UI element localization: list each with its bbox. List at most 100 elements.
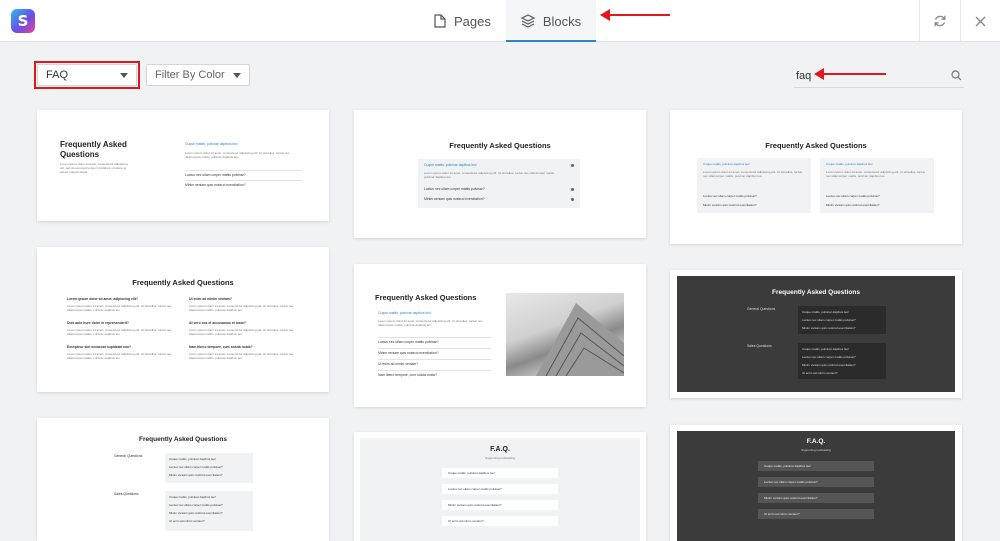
section-label: General Questions (747, 307, 776, 311)
block-answer: Lorem ipsum dolor sit amet, consectetur … (378, 319, 483, 327)
block-question: Minim veniam quis nostrud exercitation? (185, 183, 246, 187)
block-answer: Lorem ipsum dolor sit amet, consectetur … (189, 352, 294, 360)
block-answer: Lorem ipsum dolor sit amet, consectetur … (67, 352, 172, 360)
block-question: Luctus nec ullam corper mattis pulvinar? (169, 503, 223, 507)
tab-blocks-label: Blocks (542, 13, 582, 29)
search-input[interactable]: faq (796, 70, 811, 82)
block-question: Nam libero tempore, cum soluta nobis? (189, 345, 253, 349)
block-question: Luctus nec ullam corper mattis pulvinar? (802, 355, 856, 359)
block-question: Minim veniam quis nostrud exercitation? (448, 503, 502, 507)
block-question: Luctus nec ullam corper mattis pulvinar? (424, 187, 485, 191)
block-card-faq-3[interactable]: Frequently Asked Questions Cuque mattis,… (670, 110, 962, 244)
annotation-arrow (600, 9, 670, 21)
block-question: Ut enim ad minim veniam? (378, 362, 419, 366)
block-question: Minim veniam quis nostrud exercitation? (826, 203, 880, 207)
toggle-icon (571, 188, 574, 191)
block-answer: Lorem ipsum dolor sit amet, consectetur … (67, 328, 172, 336)
close-button[interactable] (960, 0, 1000, 42)
block-answer: Lorem ipsum dolor sit amet, consectetur … (189, 304, 294, 312)
block-card-faq-4[interactable]: Frequently Asked Questions Lorem ipsum d… (37, 247, 329, 392)
block-body-text: Lorem ipsum dolor sit amet, consectetur … (60, 162, 128, 174)
page-icon (434, 14, 446, 28)
block-question: Nam libero tempore, cum soluta nobis? (378, 373, 437, 377)
block-card-faq-9[interactable]: F.A.Q. Supporting tooltsading Cuque matt… (670, 425, 962, 541)
refresh-icon (934, 15, 946, 27)
block-question: Luctus nec ullam corper mattis pulvinar? (703, 194, 757, 198)
logo-icon: S (11, 9, 35, 33)
block-question: Luctus nec ullam corper mattis pulvinar? (169, 465, 223, 469)
block-title: Frequently Asked Questions (449, 141, 551, 150)
block-question: Duis aute irure dolor in reprehenderit? (67, 321, 129, 325)
block-question: Ut enim ad minim veniam? (189, 297, 232, 301)
search-icon[interactable] (951, 70, 962, 81)
block-answer: Lorem ipsum dolor sit amet, consectetur … (703, 170, 802, 178)
block-title: F.A.Q. (806, 438, 826, 445)
tab-pages[interactable]: Pages (434, 0, 491, 42)
block-question: Luctus nec ullam corper mattis pulvinar? (448, 487, 502, 491)
block-card-faq-5[interactable]: Frequently Asked Questions Cuque mattis,… (354, 264, 646, 407)
block-question: Minim veniam quis nostrud exercitation? (764, 496, 818, 500)
block-question: Luctus nec ullam corper mattis pulvinar? (185, 173, 246, 177)
tab-pages-label: Pages (454, 13, 491, 29)
block-question: Minim veniam quis nostrud exercitation? (802, 363, 856, 367)
block-question: Ut enim ad minim veniam? (802, 371, 838, 375)
block-question: Cuque mattis, pulvinar dapibus leo! (802, 310, 849, 314)
block-answer: Lorem ipsum dolor sit amet, consectetur … (189, 328, 294, 336)
block-question: Cuque mattis, pulvinar dapibus leo! (185, 142, 238, 146)
block-question: Cuque mattis, pulvinar dapibus leo! (703, 162, 750, 166)
divider (378, 348, 491, 349)
block-title: Frequently Asked Questions (139, 436, 227, 443)
color-filter-placeholder: Filter By Color (155, 69, 225, 81)
top-bar: S Pages Blocks (0, 0, 1000, 42)
section-label: Sales Questions (747, 344, 772, 348)
building-image (506, 293, 625, 377)
block-answer: Lorem ipsum dolor sit amet, consectetur … (67, 304, 172, 312)
divider (185, 170, 302, 171)
block-question: Cuque mattis, pulvinar dapibus leo! (802, 347, 849, 351)
block-question: Luctus nec ullam corper mattis pulvinar? (826, 194, 880, 198)
block-question: Minim veniam quis nostrud exercitation? (802, 326, 856, 330)
block-question: At vero eos et accusamus et iusto? (189, 321, 246, 325)
block-question: Ut enim ad minim veniam? (448, 519, 484, 523)
block-answer: Lorem ipsum dolor sit amet, consectetur … (185, 151, 290, 159)
section-label: General Questions (114, 454, 143, 458)
block-question: Luctus nec ullam corper mattis pulvinar? (378, 340, 439, 344)
block-title: Frequently Asked Questions (132, 278, 234, 287)
block-question: Cuque mattis, pulvinar dapibus leo! (169, 495, 216, 499)
block-question: Minim veniam quis nostrud exercitation? (424, 197, 485, 201)
block-question: Ut enim ad minim veniam? (764, 512, 800, 516)
annotation-arrow (814, 68, 886, 80)
close-icon (975, 16, 986, 26)
block-question: Cuque mattis, pulvinar dapibus leo! (424, 163, 477, 167)
block-question: Cuque mattis, pulvinar dapibus leo! (764, 464, 811, 468)
block-subtitle: Supporting tooltsading (485, 456, 515, 460)
block-card-faq-6[interactable]: Frequently Asked Questions General Quest… (670, 270, 962, 398)
block-question: Minim veniam quis nostrud exercitation? (703, 203, 757, 207)
block-question: Excepteur sint occaecat cupidatat non? (67, 345, 132, 349)
block-question: Cuque mattis, pulvinar dapibus leo! (378, 311, 431, 315)
divider (378, 370, 491, 371)
divider (378, 337, 491, 338)
block-card-faq-1[interactable]: Frequently Asked Questions Lorem ipsum d… (37, 110, 329, 221)
app-logo: S (0, 0, 46, 42)
block-title: Frequently Asked Questions (765, 141, 867, 150)
block-card-faq-2[interactable]: Frequently Asked Questions Cuque mattis,… (354, 110, 646, 238)
block-answer: Lorem ipsum dolor sit amet, consectetur … (826, 170, 925, 178)
block-title-part: Frequently Asked (60, 140, 127, 149)
divider (185, 180, 302, 181)
block-question: Minim veniam quis nostrud exercitation? (378, 351, 439, 355)
block-card-faq-8[interactable]: F.A.Q. Supporting tooltsading Cuque matt… (354, 432, 646, 541)
section-label: Sales Questions (114, 492, 139, 496)
toggle-icon (571, 198, 574, 201)
block-card-faq-7[interactable]: Frequently Asked Questions General Quest… (37, 418, 329, 541)
divider (378, 359, 491, 360)
block-title: Frequently Asked Questions (772, 289, 860, 296)
refresh-button[interactable] (919, 0, 960, 42)
tab-blocks[interactable]: Blocks (506, 0, 596, 42)
block-question: Ut enim ad minim veniam? (169, 519, 205, 523)
block-question: Luctus nec ullam corper mattis pulvinar? (764, 480, 818, 484)
color-filter-select[interactable]: Filter By Color (146, 64, 250, 86)
annotation-highlight (34, 61, 140, 89)
block-question: Minim veniam quis nostrud exercitation? (169, 511, 223, 515)
block-question: Luctus nec ullam corper mattis pulvinar? (802, 318, 856, 322)
